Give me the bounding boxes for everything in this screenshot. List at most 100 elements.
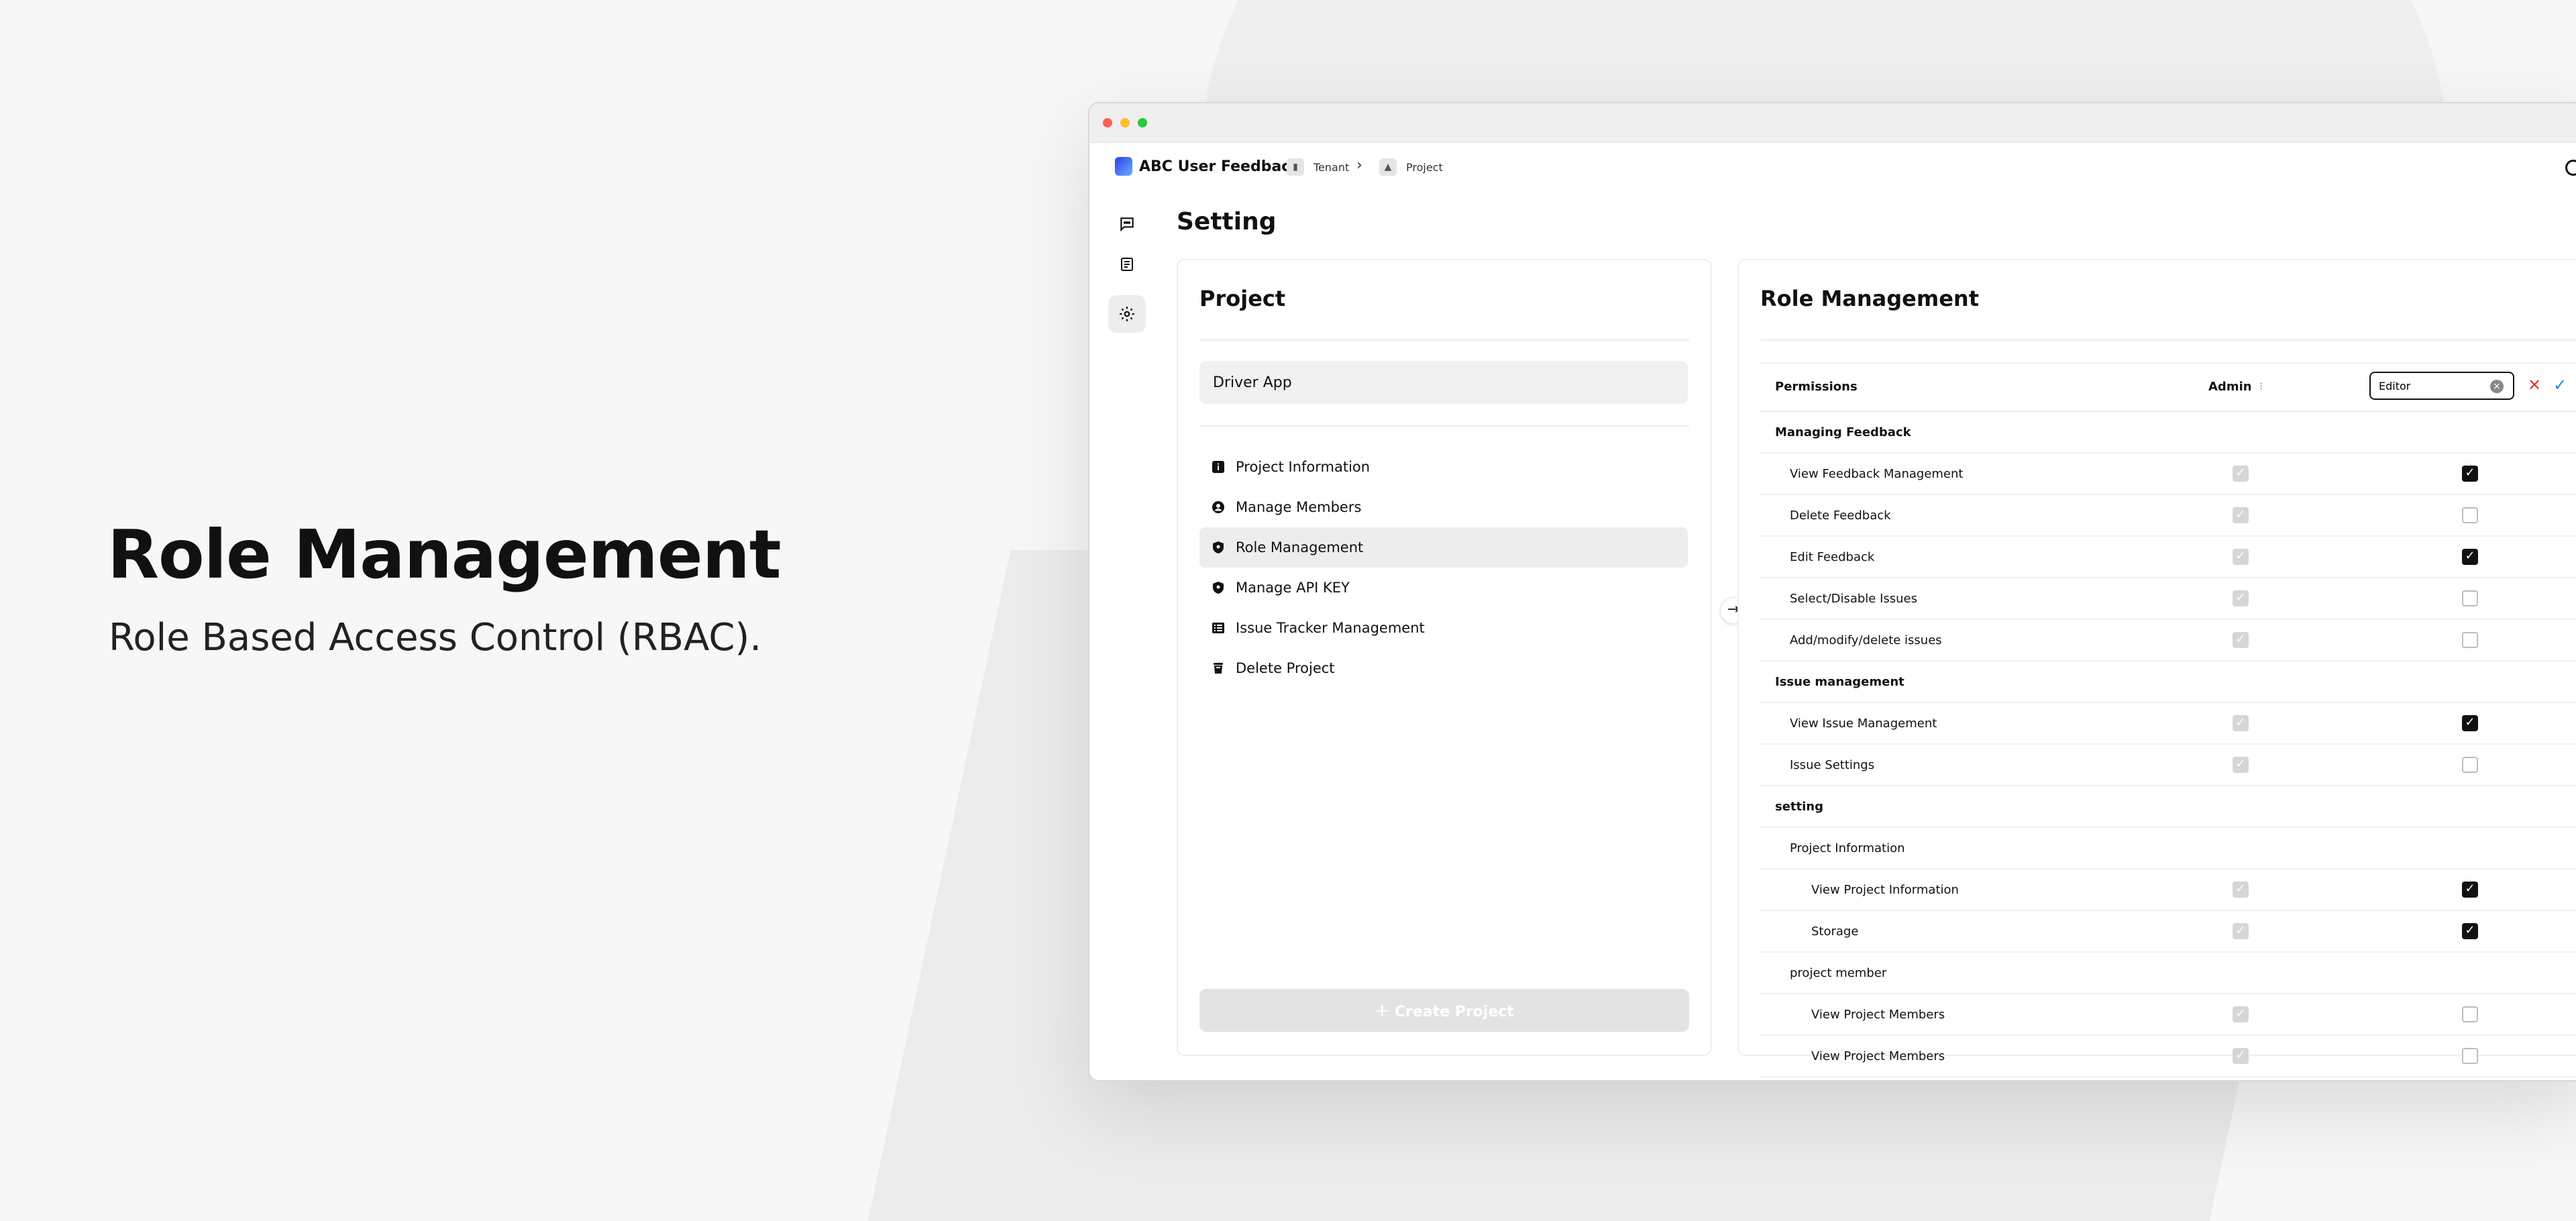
- divider: [1199, 339, 1689, 341]
- breadcrumb-tenant[interactable]: Tenant: [1313, 161, 1349, 174]
- nav-settings[interactable]: [1108, 295, 1146, 333]
- admin-role-menu-icon[interactable]: ⁝: [2259, 380, 2263, 392]
- table-row: View Feedback Management ✓ ✓: [1760, 454, 2576, 495]
- create-project-label: Create Project: [1394, 1004, 1514, 1020]
- table-row: View Issue Management ✓ ✓: [1760, 703, 2576, 745]
- app-name[interactable]: ABC User Feedback: [1139, 158, 1300, 175]
- window-maximize-button[interactable]: [1138, 118, 1147, 127]
- permission-label: Add/modify/delete issues: [1790, 633, 1942, 647]
- table-row: Edit Feedback ✓ ✓: [1760, 537, 2576, 578]
- admin-checkbox: ✓: [2233, 632, 2249, 648]
- table-row: setting: [1760, 786, 2576, 828]
- project-select-value: Driver App: [1213, 374, 1292, 391]
- permission-label: View Project Members: [1811, 1008, 1945, 1022]
- permissions-header: Permissions: [1775, 380, 1858, 394]
- menu-item-label: Issue Tracker Management: [1236, 620, 1425, 636]
- permission-label: View Feedback Management: [1790, 467, 1964, 481]
- table-row: Add/modify/delete issues ✓: [1760, 620, 2576, 661]
- permissions-table: Permissions Admin ⁝ × ✕ ✓ Managing Feedb…: [1760, 362, 2576, 1077]
- role-management-panel: Role Management Permissions Admin ⁝ × ✕ …: [1737, 259, 2576, 1077]
- editor-checkbox[interactable]: ✓: [2462, 715, 2478, 731]
- permission-label: Issue management: [1775, 675, 1904, 689]
- menu-item-label: Project Information: [1236, 459, 1371, 475]
- editor-checkbox[interactable]: [2462, 507, 2478, 523]
- editor-checkbox[interactable]: [2462, 632, 2478, 648]
- table-row: Storage ✓ ✓: [1760, 911, 2576, 953]
- permission-label: Project Information: [1790, 841, 1905, 855]
- project-panel-title: Project: [1199, 286, 1286, 311]
- permission-label: Issue Settings: [1790, 758, 1875, 772]
- user-icon[interactable]: [2565, 160, 2576, 176]
- table-row: project member: [1760, 953, 2576, 994]
- admin-role-header[interactable]: Admin: [2208, 380, 2252, 394]
- window-close-button[interactable]: [1103, 118, 1112, 127]
- page-title: Setting: [1177, 208, 1277, 235]
- permission-label: Edit Feedback: [1790, 550, 1875, 564]
- table-row: Select/Disable Issues ✓: [1760, 578, 2576, 620]
- admin-checkbox: ✓: [2233, 507, 2249, 523]
- admin-checkbox: ✓: [2233, 1048, 2249, 1064]
- create-project-button[interactable]: ＋ Create Project: [1199, 989, 1689, 1032]
- table-header: Permissions Admin ⁝ × ✕ ✓: [1760, 362, 2576, 412]
- menu-item-delete-project[interactable]: Delete Project: [1199, 648, 1688, 688]
- menu-item-issue-tracker-management[interactable]: Issue Tracker Management: [1199, 608, 1688, 648]
- editor-checkbox[interactable]: ✓: [2462, 466, 2478, 482]
- admin-checkbox: ✓: [2233, 715, 2249, 731]
- menu-item-project-information[interactable]: Project Information: [1199, 447, 1688, 487]
- window-titlebar: [1089, 103, 2576, 143]
- menu-item-label: Manage Members: [1236, 499, 1362, 515]
- admin-checkbox: ✓: [2233, 549, 2249, 565]
- divider: [1199, 425, 1689, 427]
- app-header: ABC User Feedback ▮ Tenant › ▲ Project: [1089, 142, 2576, 193]
- shield-icon: [1213, 541, 1224, 553]
- plus-icon: ＋: [1375, 1004, 1395, 1020]
- list-icon: [1212, 623, 1224, 633]
- user-circle-icon: [1212, 501, 1224, 513]
- permission-label: View Project Members: [1811, 1049, 1945, 1063]
- table-row: Delete Feedback ✓: [1760, 495, 2576, 537]
- menu-item-label: Manage API KEY: [1236, 580, 1350, 596]
- project-icon: ▲: [1379, 158, 1397, 176]
- project-panel: Project Driver App Project Information M…: [1177, 259, 1712, 1056]
- check-icon[interactable]: ✓: [2553, 376, 2567, 394]
- role-panel-title: Role Management: [1760, 286, 1979, 311]
- editor-checkbox[interactable]: [2462, 757, 2478, 773]
- chevron-right-icon: ›: [1356, 157, 1362, 174]
- editor-checkbox[interactable]: [2462, 1048, 2478, 1064]
- nav-issues[interactable]: [1108, 246, 1146, 283]
- close-icon[interactable]: ✕: [2528, 376, 2541, 394]
- menu-item-manage-members[interactable]: Manage Members: [1199, 487, 1688, 527]
- info-icon: [1212, 461, 1224, 473]
- divider: [1760, 339, 2576, 341]
- table-row: Issue Settings ✓: [1760, 745, 2576, 786]
- table-row: Managing Feedback: [1760, 412, 2576, 454]
- menu-item-manage-api-key[interactable]: Manage API KEY: [1199, 568, 1688, 608]
- permission-label: View Issue Management: [1790, 716, 1937, 731]
- menu-item-role-management[interactable]: Role Management: [1199, 527, 1688, 568]
- nav-feedback[interactable]: [1108, 205, 1146, 243]
- project-select[interactable]: Driver App: [1199, 361, 1688, 404]
- permission-label: Storage: [1811, 924, 1859, 939]
- app-window: ABC User Feedback ▮ Tenant › ▲ Project S…: [1088, 102, 2576, 1081]
- shield-icon: [1213, 582, 1224, 594]
- editor-checkbox[interactable]: ✓: [2462, 882, 2478, 898]
- trash-icon: [1214, 663, 1223, 674]
- hero-subtitle: Role Based Access Control (RBAC).: [109, 616, 762, 659]
- menu-item-label: Role Management: [1236, 539, 1364, 555]
- menu-item-label: Delete Project: [1236, 660, 1335, 676]
- permission-label: Delete Feedback: [1790, 509, 1891, 523]
- editor-checkbox[interactable]: [2462, 590, 2478, 606]
- editor-checkbox[interactable]: ✓: [2462, 923, 2478, 939]
- table-row: View Project Information ✓ ✓: [1760, 869, 2576, 911]
- admin-checkbox: ✓: [2233, 882, 2249, 898]
- hero-title: Role Management: [107, 515, 782, 594]
- permission-label: setting: [1775, 800, 1823, 814]
- app-logo-icon: [1115, 157, 1132, 176]
- table-row: View Project Members ✓: [1760, 994, 2576, 1036]
- editor-checkbox[interactable]: [2462, 1006, 2478, 1022]
- admin-checkbox: ✓: [2233, 757, 2249, 773]
- clear-icon[interactable]: ×: [2490, 380, 2504, 393]
- editor-checkbox[interactable]: ✓: [2462, 549, 2478, 565]
- window-minimize-button[interactable]: [1120, 118, 1130, 127]
- breadcrumb-project[interactable]: Project: [1406, 161, 1443, 174]
